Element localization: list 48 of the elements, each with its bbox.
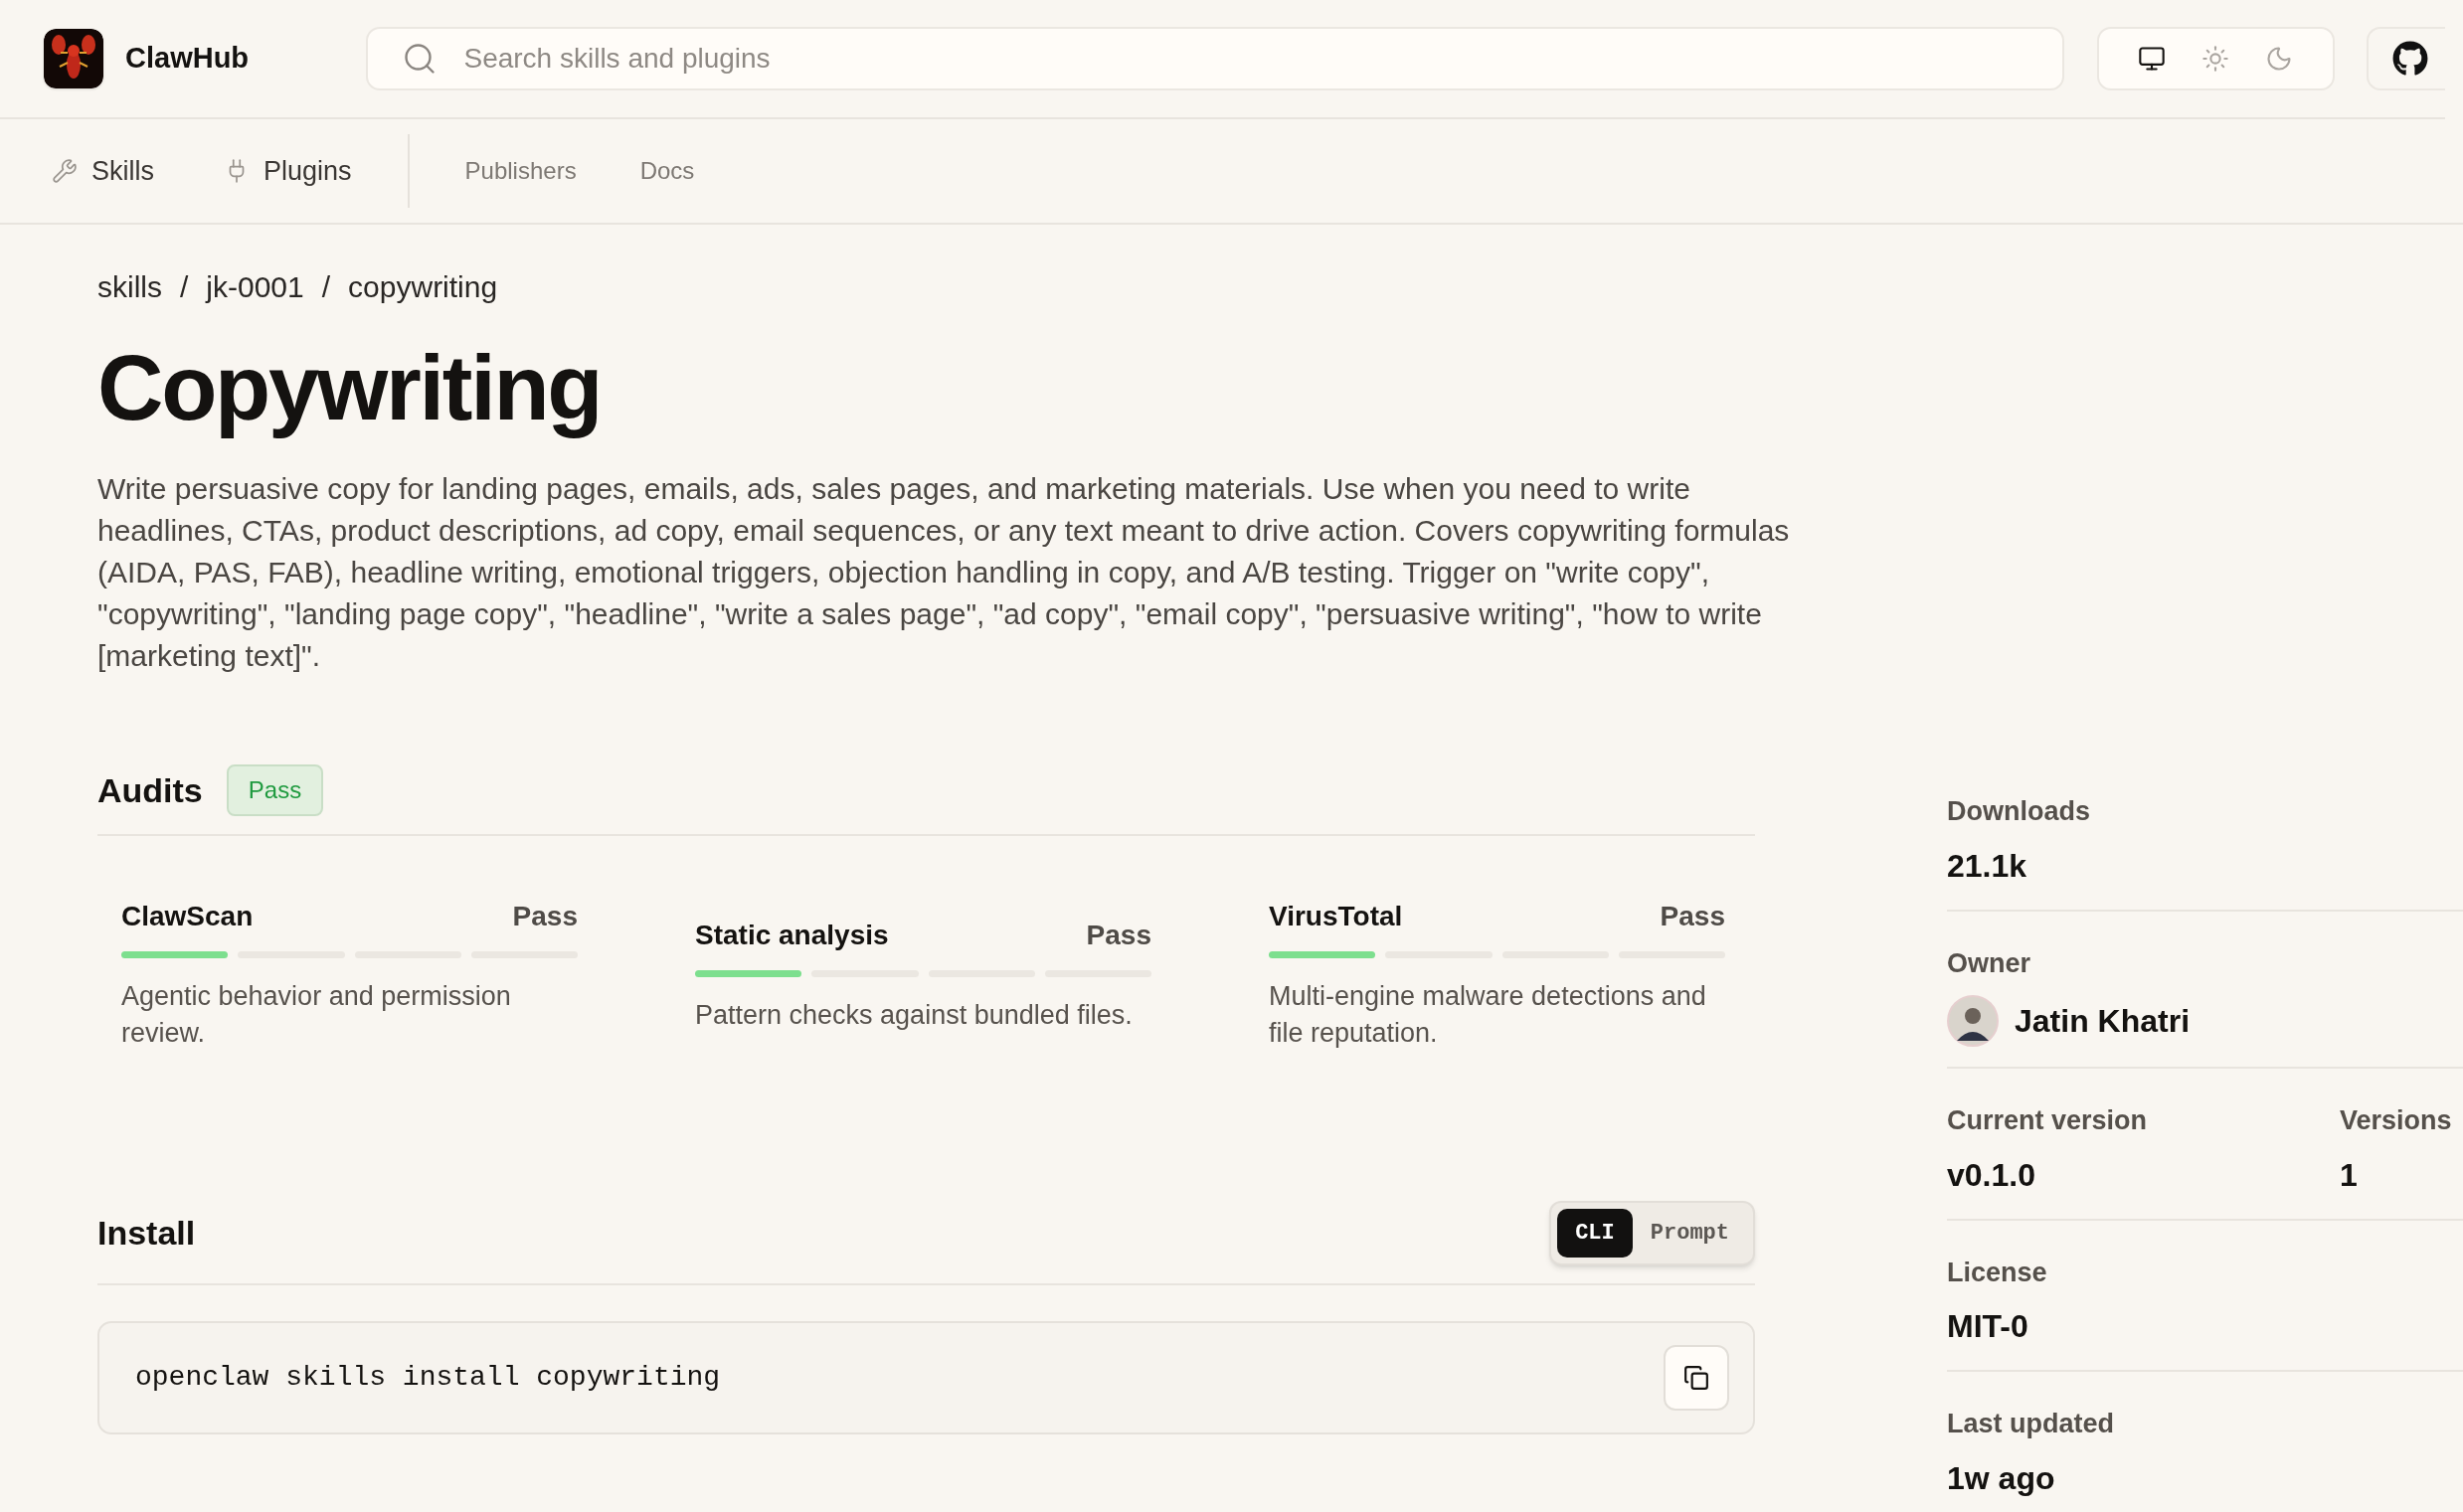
- install-command: openclaw skills install copywriting: [135, 1361, 721, 1395]
- audit-name: VirusTotal: [1269, 900, 1403, 933]
- nav-link[interactable]: Publishers: [464, 153, 577, 189]
- section-heading: Audits: [97, 769, 203, 811]
- audit-name: Static analysis: [695, 918, 889, 952]
- nav-link[interactable]: Plugins: [224, 150, 352, 192]
- wrench-icon: [52, 158, 78, 184]
- stat-value: MIT-0: [1947, 1307, 2029, 1346]
- stat-label: Current version: [1947, 1104, 2149, 1137]
- breadcrumb-link[interactable]: copywriting: [348, 264, 498, 309]
- stat-label: Owner: [1947, 946, 2032, 980]
- stat-value: 1w ago: [1947, 1458, 2056, 1498]
- github-icon: [2392, 41, 2429, 77]
- stat-value: 21.1k: [1947, 846, 2028, 886]
- stat-value: 1: [2340, 1155, 2359, 1195]
- copy-icon: [1683, 1365, 1709, 1391]
- stat-label: Versions: [2340, 1104, 2452, 1137]
- mode-tab[interactable]: CLI: [1557, 1209, 1633, 1258]
- stat-label: Last updated: [1947, 1408, 2115, 1440]
- owner-name[interactable]: Jatin Khatri: [2015, 997, 2191, 1045]
- breadcrumb-link[interactable]: skills: [97, 264, 162, 309]
- audit-status: Pass: [512, 900, 578, 933]
- lobster-logo-icon: [44, 29, 103, 88]
- section-heading: Install: [97, 1213, 196, 1254]
- github-button[interactable]: [2367, 27, 2445, 90]
- audit-name: ClawScan: [121, 900, 254, 933]
- status-badge: Pass: [226, 764, 324, 816]
- nav-link[interactable]: Skills: [52, 150, 154, 192]
- page-title: Copywriting: [97, 336, 603, 440]
- brand-name[interactable]: ClawHub: [125, 37, 320, 81]
- nav-link[interactable]: Docs: [639, 153, 695, 189]
- search-field[interactable]: Search skills and plugins: [366, 27, 2064, 90]
- breadcrumb-separator: /: [180, 269, 189, 305]
- avatar: [1947, 995, 1999, 1047]
- audit-description: Multi-engine malware detections and file reputation.: [1269, 980, 1707, 1050]
- stat-value: v0.1.0: [1947, 1155, 2036, 1195]
- audit-description: Agentic behavior and permission review.: [121, 980, 512, 1050]
- mode-tab[interactable]: Prompt: [1632, 1209, 1747, 1258]
- monitor-theme-button[interactable]: [2138, 45, 2167, 73]
- stat-label: Downloads: [1947, 795, 2091, 828]
- skill-description: Write persuasive copy for landing pages, emails, ads, sales pages, and marketing materials. Use when you need to write headlines, CTAs, product descriptions, ad copy, email sequences, or any text meant to drive action. Covers copywriting formulas (AIDA, PAS, FAB), headline writing, emotional triggers, objection handling in copy, and A/B testing. Trigger on "write copy", "copywriting", "landing page copy", "headline", "write a sales page", "ad copy", "email copy", "persuasive writing", "how to write [marketing text]".: [97, 471, 1791, 674]
- stat-label: License: [1947, 1256, 2048, 1289]
- audit-status: Pass: [1086, 918, 1151, 952]
- audit-status: Pass: [1660, 900, 1725, 933]
- audit-description: Pattern checks against bundled files.: [695, 998, 1134, 1032]
- breadcrumb-separator: /: [321, 269, 331, 305]
- copy-button[interactable]: [1664, 1345, 1729, 1411]
- breadcrumb-link[interactable]: jk-0001: [206, 264, 304, 309]
